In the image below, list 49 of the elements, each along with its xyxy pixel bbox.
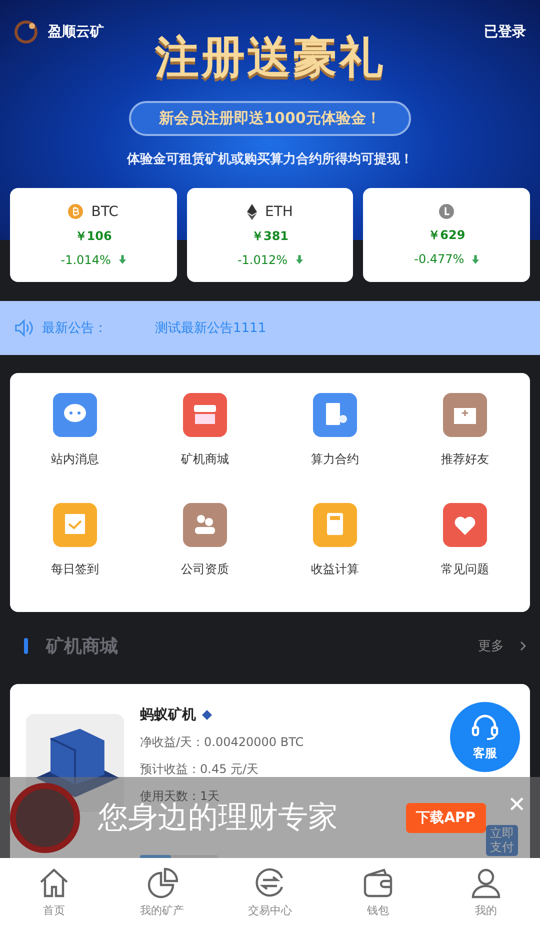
price-card[interactable]: ￥629 -0.477% (363, 188, 530, 282)
coin-name: BTC (91, 204, 118, 220)
ethereum-icon (247, 204, 258, 220)
price-change: -1.012% (237, 252, 288, 266)
wallet-icon (362, 867, 394, 899)
product-detail: 使用天数：1天 (140, 788, 221, 803)
notice-label: 最新公告： (42, 320, 107, 337)
pie-icon (146, 867, 178, 899)
product-detail: 净收益/天：0.00420000 BTC (140, 734, 304, 751)
promo-slogan: 您身边的理财专家 (98, 800, 339, 837)
shortcut-item[interactable]: 算力合约 (270, 393, 400, 503)
price-change: -0.477% (414, 252, 464, 266)
price-card[interactable]: ETH ￥381 -1.012% (186, 188, 354, 282)
product-detail: 预计收益：0.45 元/天 (140, 761, 260, 778)
down-arrow-icon (296, 255, 303, 264)
home-icon (38, 867, 70, 899)
login-status[interactable]: 已登录 (484, 23, 526, 41)
down-arrow-icon (118, 255, 126, 264)
user-icon (470, 867, 502, 899)
headset-icon (470, 712, 500, 742)
banner-subtitle: 体验金可租赁矿机或购买算力合约所得均可提现！ (127, 150, 413, 168)
coin-price: ￥629 (428, 227, 466, 244)
shortcut-item[interactable]: 每日签到 (10, 503, 140, 613)
shortcut-item[interactable]: 收益计算 (270, 503, 400, 613)
shortcut-item[interactable]: 推荐好友 (400, 393, 530, 503)
product-name: 蚂蚁矿机 (140, 706, 196, 724)
bitcoin-icon (68, 204, 84, 219)
section-marker (24, 638, 28, 654)
banner-ribbon: 新会员注册即送1000元体验金！ (129, 101, 411, 136)
exchange-icon (254, 867, 286, 899)
more-link[interactable]: 更多 (478, 637, 526, 655)
coin-name: ETH (265, 204, 293, 220)
diamond-icon (202, 710, 212, 720)
coin-price: ￥106 (74, 228, 112, 244)
section-title: 矿机商城 (46, 635, 118, 658)
shortcut-item[interactable]: 站内消息 (10, 393, 140, 503)
price-card[interactable]: BTC ￥106 -1.014% (10, 188, 177, 282)
shortcut-item[interactable]: 常见问题 (400, 503, 530, 613)
down-arrow-icon (472, 254, 480, 264)
litecoin-icon (439, 204, 454, 219)
price-change: -1.014% (60, 252, 111, 266)
coin-price: ￥381 (251, 228, 289, 244)
logo-icon (14, 20, 38, 44)
chevron-right-icon (520, 641, 526, 651)
shortcut-item[interactable]: 矿机商城 (140, 393, 270, 503)
brand-name: 盈顺云矿 (48, 23, 104, 41)
shortcut-item[interactable]: 公司资质 (140, 503, 270, 613)
banner-title: 注册送豪礼 (155, 31, 385, 85)
speaker-icon (14, 319, 34, 337)
